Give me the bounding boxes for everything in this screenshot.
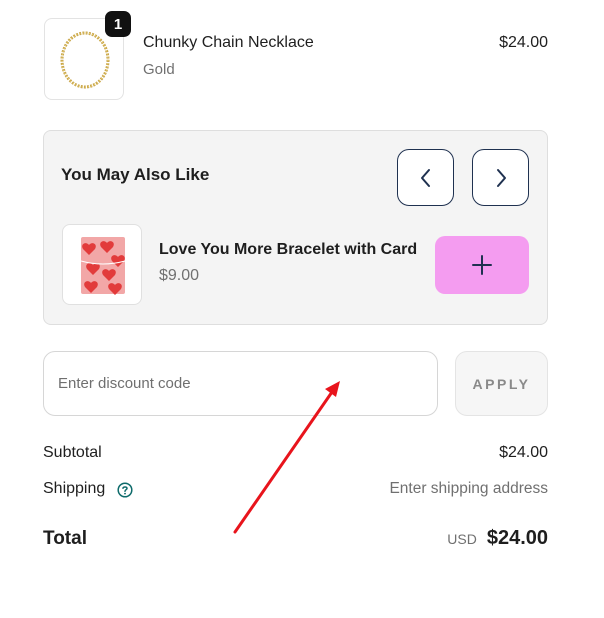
subtotal-label: Subtotal xyxy=(43,444,102,461)
next-button[interactable] xyxy=(472,149,529,206)
quantity-badge: 1 xyxy=(105,11,131,37)
product-title: Chunky Chain Necklace xyxy=(143,34,314,51)
apply-discount-button[interactable]: APPLY xyxy=(455,351,548,416)
subtotal-value: $24.00 xyxy=(499,444,548,461)
recommendations-heading: You May Also Like xyxy=(61,165,210,184)
recommended-product-title[interactable]: Love You More Bracelet with Card xyxy=(159,241,417,259)
total-amount: USD $24.00 xyxy=(447,527,548,550)
heart-card-image xyxy=(80,237,126,295)
discount-code-input[interactable] xyxy=(43,351,438,416)
chevron-right-icon xyxy=(496,168,506,187)
shipping-label: Shipping xyxy=(43,480,106,497)
total-label: Total xyxy=(43,528,87,549)
previous-button[interactable] xyxy=(397,149,454,206)
currency-code: USD xyxy=(447,531,477,547)
plus-icon xyxy=(472,255,492,275)
recommended-product-price: $9.00 xyxy=(159,267,200,284)
product-price: $24.00 xyxy=(499,34,548,51)
chevron-left-icon xyxy=(420,168,430,187)
total-value: $24.00 xyxy=(486,527,548,549)
product-variant: Gold xyxy=(143,61,175,78)
shipping-value: Enter shipping address xyxy=(389,480,548,497)
recommended-product-thumbnail[interactable] xyxy=(62,224,142,305)
add-to-cart-button[interactable] xyxy=(435,236,529,294)
question-circle-icon[interactable] xyxy=(117,482,133,498)
